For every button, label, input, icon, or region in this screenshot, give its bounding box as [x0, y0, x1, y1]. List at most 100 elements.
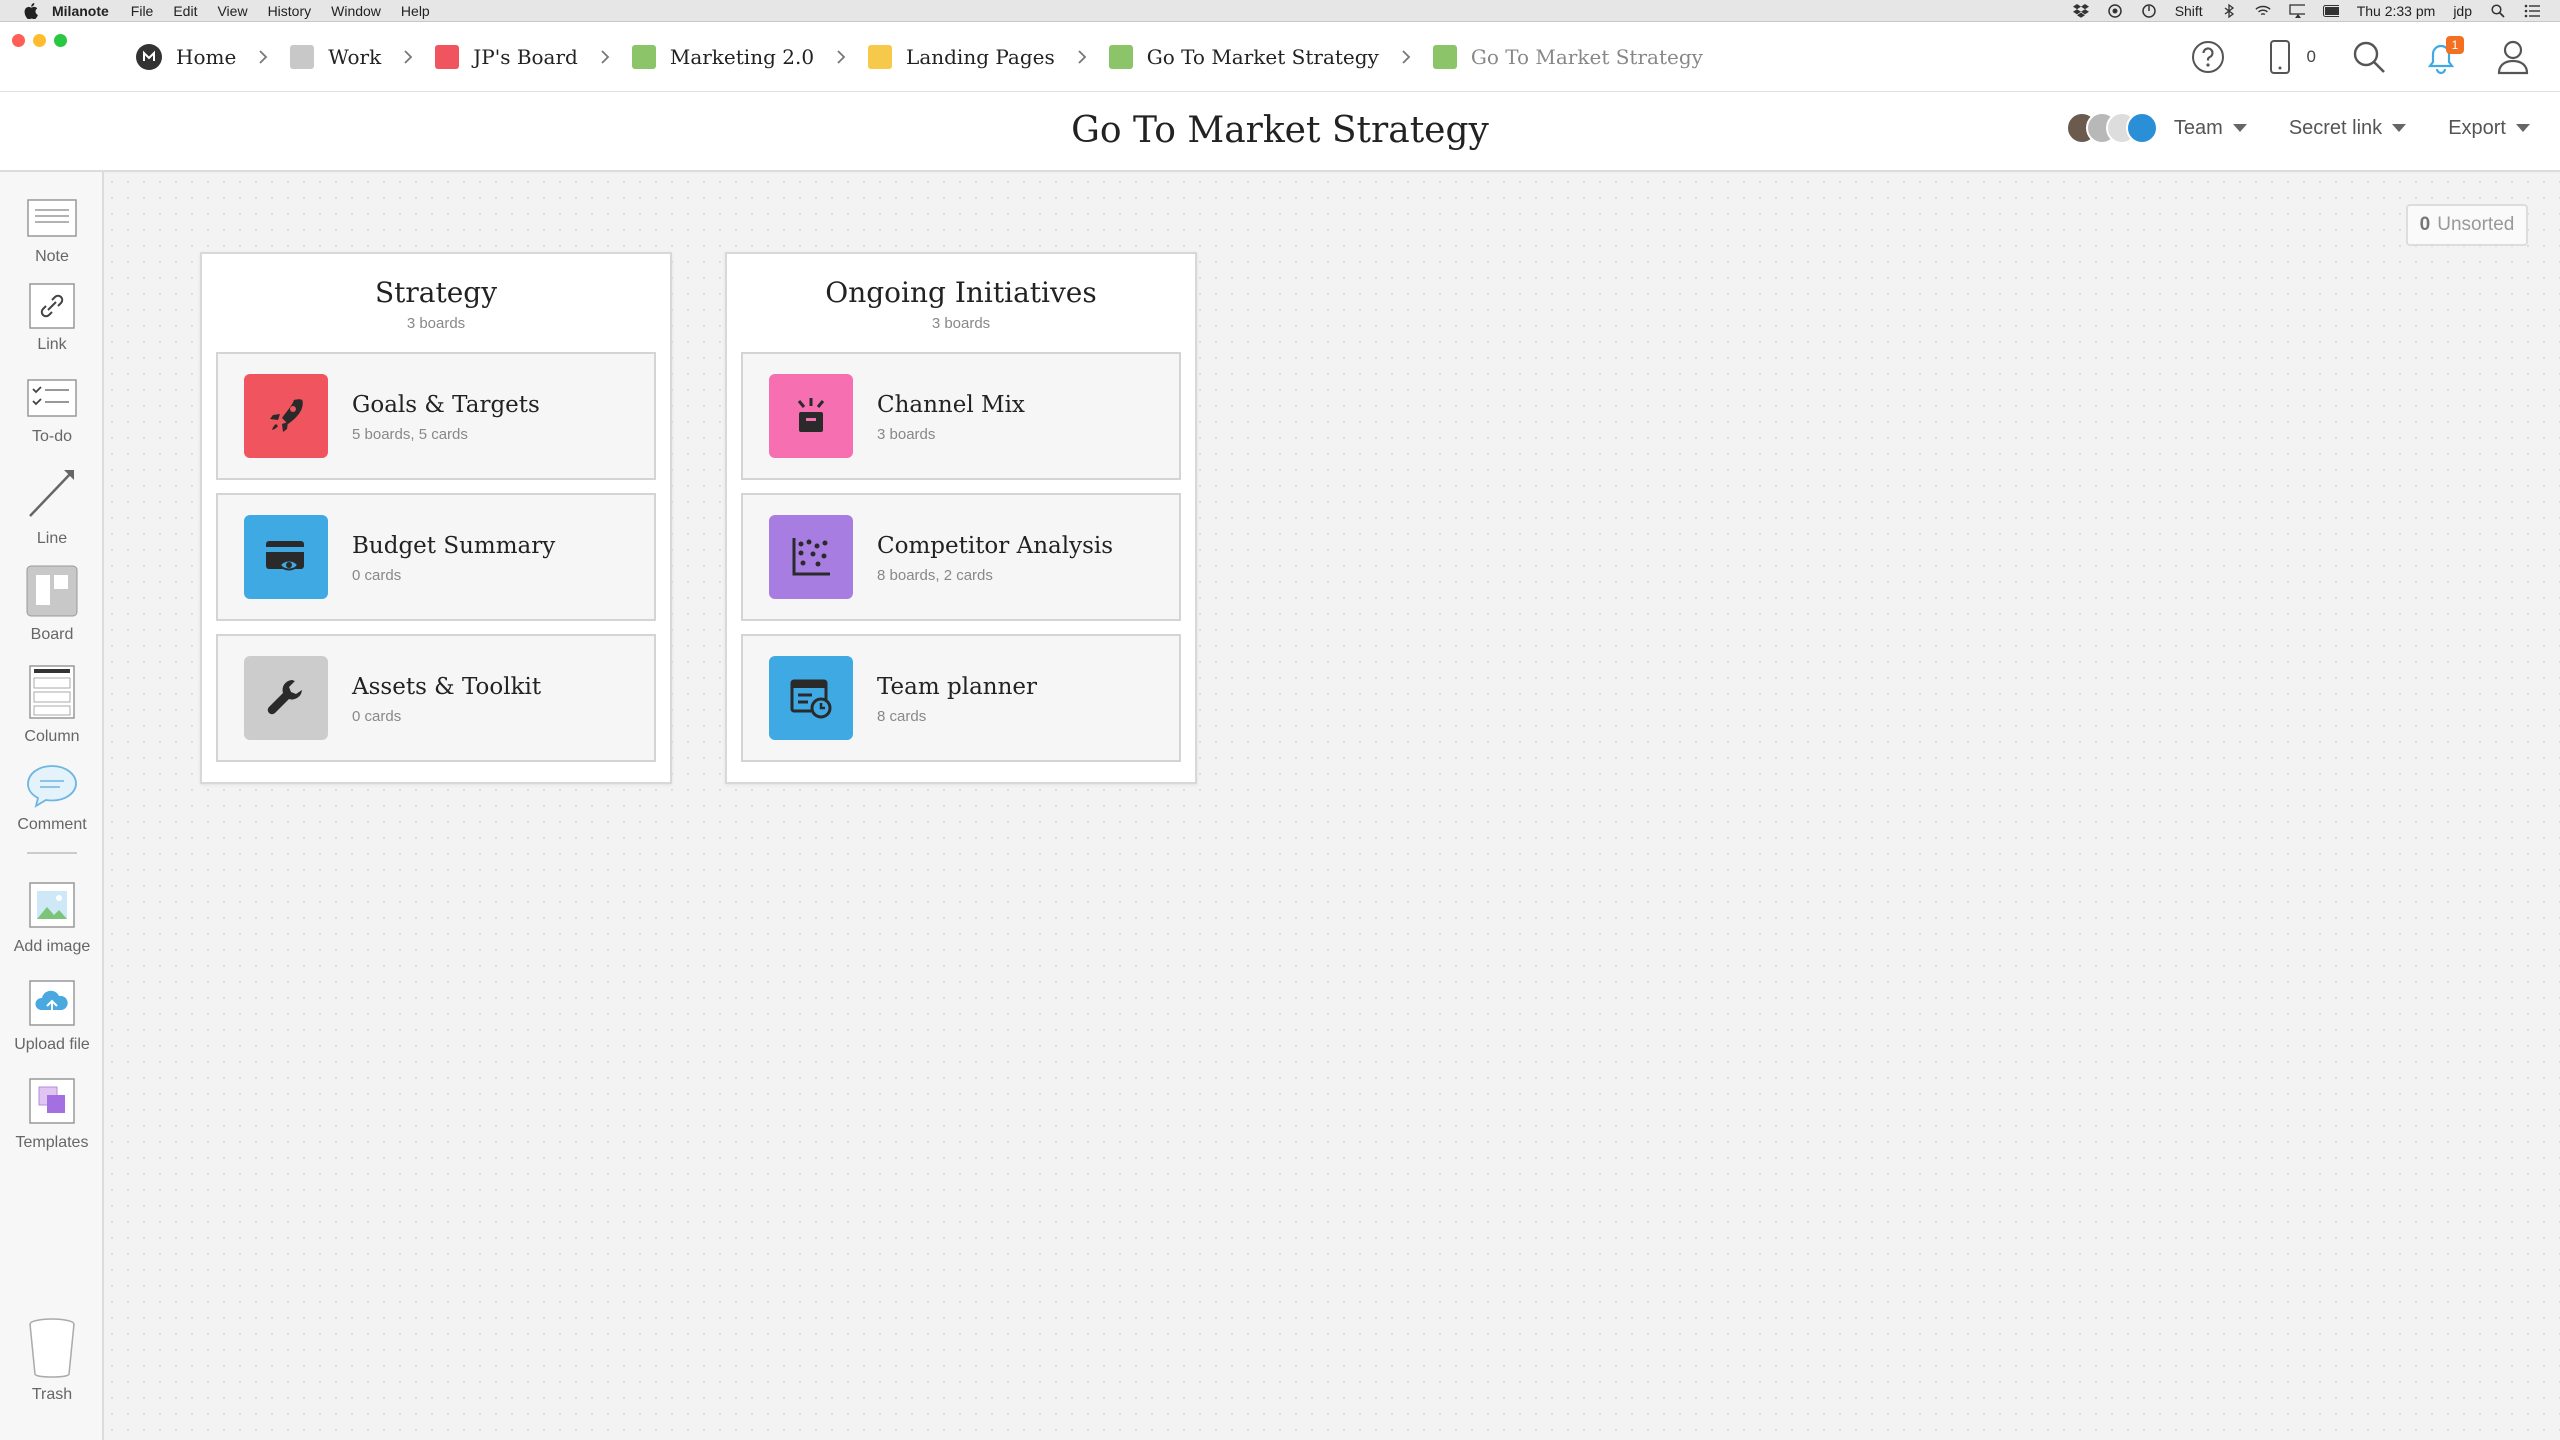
tool-link[interactable]: Link	[0, 284, 104, 354]
breadcrumb-label: Work	[328, 45, 381, 69]
avatar	[2126, 112, 2158, 144]
window-controls	[12, 34, 67, 47]
image-icon	[26, 880, 78, 930]
tool-label: Note	[35, 248, 69, 266]
battery-icon[interactable]	[2323, 4, 2339, 18]
board-color-swatch	[868, 45, 892, 69]
tool-column[interactable]: Column	[0, 664, 104, 746]
close-window-button[interactable]	[12, 34, 25, 47]
secret-link-label: Secret link	[2289, 117, 2382, 140]
breadcrumb-marketing[interactable]: Marketing 2.0	[632, 45, 814, 69]
export-label: Export	[2448, 117, 2506, 140]
templates-icon	[26, 1076, 78, 1126]
wifi-icon[interactable]	[2255, 4, 2271, 18]
board-card-title: Goals & Targets	[352, 392, 540, 418]
breadcrumb-current: Go To Market Strategy	[1433, 45, 1703, 69]
menu-window[interactable]: Window	[331, 3, 381, 19]
secret-link-dropdown[interactable]: Secret link	[2289, 117, 2406, 140]
tool-trash[interactable]: Trash	[0, 1318, 104, 1404]
board-card-goals-targets[interactable]: Goals & Targets 5 boards, 5 cards	[216, 352, 656, 480]
search-icon[interactable]	[2350, 38, 2388, 76]
unsorted-label: Unsorted	[2437, 214, 2514, 236]
tool-label: To-do	[32, 428, 72, 446]
breadcrumb-jps-board[interactable]: JP's Board	[435, 45, 578, 69]
menubar-clock[interactable]: Thu 2:33 pm	[2357, 3, 2436, 19]
board-card-channel-mix[interactable]: Channel Mix 3 boards	[741, 352, 1181, 480]
breadcrumb-label: Home	[176, 45, 236, 69]
tool-templates[interactable]: Templates	[0, 1076, 104, 1152]
menu-history[interactable]: History	[268, 3, 312, 19]
board-card-team-planner[interactable]: Team planner 8 cards	[741, 634, 1181, 762]
board-color-swatch	[290, 45, 314, 69]
caret-down-icon	[2233, 124, 2247, 132]
apple-icon[interactable]	[22, 2, 40, 20]
board-color-swatch	[1433, 45, 1457, 69]
breadcrumb-home[interactable]: Home	[136, 44, 236, 70]
column-title[interactable]: Strategy	[202, 276, 670, 309]
link-icon	[26, 284, 78, 328]
upload-cloud-icon	[26, 978, 78, 1028]
column-strategy[interactable]: Strategy 3 boards Goals & Targets 5 boar…	[200, 252, 672, 784]
zoom-window-button[interactable]	[54, 34, 67, 47]
breadcrumb-work[interactable]: Work	[290, 45, 381, 69]
comment-bubble-icon	[26, 764, 78, 808]
column-subtitle: 3 boards	[727, 315, 1195, 332]
tool-comment[interactable]: Comment	[0, 764, 104, 834]
spotlight-icon[interactable]	[2490, 4, 2506, 18]
tool-label: Comment	[17, 816, 86, 834]
sync-icon[interactable]	[2107, 4, 2123, 18]
trash-bin-icon	[26, 1318, 78, 1378]
bluetooth-icon[interactable]	[2221, 4, 2237, 18]
board-card-title: Team planner	[877, 674, 1037, 700]
board-card-title: Assets & Toolkit	[352, 674, 541, 700]
breadcrumb-landing-pages[interactable]: Landing Pages	[868, 45, 1055, 69]
help-icon[interactable]	[2189, 38, 2227, 76]
notifications-bell-icon[interactable]: 1	[2422, 38, 2460, 76]
collaborator-avatars[interactable]	[2066, 112, 2158, 144]
minimize-window-button[interactable]	[33, 34, 46, 47]
board-card-meta: 8 cards	[877, 708, 926, 725]
tool-todo[interactable]: To-do	[0, 376, 104, 446]
chevron-right-icon	[258, 49, 268, 65]
tool-label: Add image	[14, 938, 91, 956]
chevron-right-icon	[836, 49, 846, 65]
menu-edit[interactable]: Edit	[173, 3, 197, 19]
tool-upload-file[interactable]: Upload file	[0, 978, 104, 1054]
checklist-icon	[26, 376, 78, 420]
airplay-icon[interactable]	[2289, 4, 2305, 18]
chevron-right-icon	[1077, 49, 1087, 65]
notification-center-icon[interactable]	[2524, 4, 2540, 18]
board-card-assets-toolkit[interactable]: Assets & Toolkit 0 cards	[216, 634, 656, 762]
breadcrumb-go-to-market[interactable]: Go To Market Strategy	[1109, 45, 1379, 69]
menu-view[interactable]: View	[217, 3, 247, 19]
board-canvas[interactable]: 0 Unsorted Strategy 3 boards Goals & Tar…	[104, 174, 2560, 1440]
tool-line[interactable]: Line	[0, 462, 104, 548]
menu-file[interactable]: File	[131, 3, 154, 19]
caret-down-icon	[2516, 124, 2530, 132]
unsorted-button[interactable]: 0 Unsorted	[2406, 204, 2528, 246]
tool-note[interactable]: Note	[0, 196, 104, 266]
app-menu[interactable]: Milanote	[52, 3, 109, 19]
home-icon	[136, 44, 162, 70]
board-card-competitor-analysis[interactable]: Competitor Analysis 8 boards, 2 cards	[741, 493, 1181, 621]
dropbox-icon[interactable]	[2073, 4, 2089, 18]
column-subtitle: 3 boards	[202, 315, 670, 332]
column-title[interactable]: Ongoing Initiatives	[727, 276, 1195, 309]
mobile-device-icon[interactable]	[2261, 38, 2299, 76]
shift-status[interactable]: Shift	[2175, 3, 2203, 19]
board-card-meta: 8 boards, 2 cards	[877, 567, 993, 584]
power-icon[interactable]	[2141, 4, 2157, 18]
tool-add-image[interactable]: Add image	[0, 880, 104, 956]
menu-help[interactable]: Help	[401, 3, 430, 19]
tool-label: Upload file	[14, 1036, 90, 1054]
account-icon[interactable]	[2494, 38, 2532, 76]
team-dropdown[interactable]: Team	[2174, 117, 2247, 140]
calendar-clock-icon	[769, 656, 853, 740]
export-dropdown[interactable]: Export	[2448, 117, 2530, 140]
board-card-budget-summary[interactable]: Budget Summary 0 cards	[216, 493, 656, 621]
menubar-user[interactable]: jdp	[2453, 3, 2472, 19]
breadcrumb: Home Work JP's Board Marketing 2.0 Landi…	[136, 22, 1703, 92]
column-ongoing-initiatives[interactable]: Ongoing Initiatives 3 boards Channel Mix…	[725, 252, 1197, 784]
board-card-meta: 3 boards	[877, 426, 935, 443]
tool-board[interactable]: Board	[0, 564, 104, 644]
